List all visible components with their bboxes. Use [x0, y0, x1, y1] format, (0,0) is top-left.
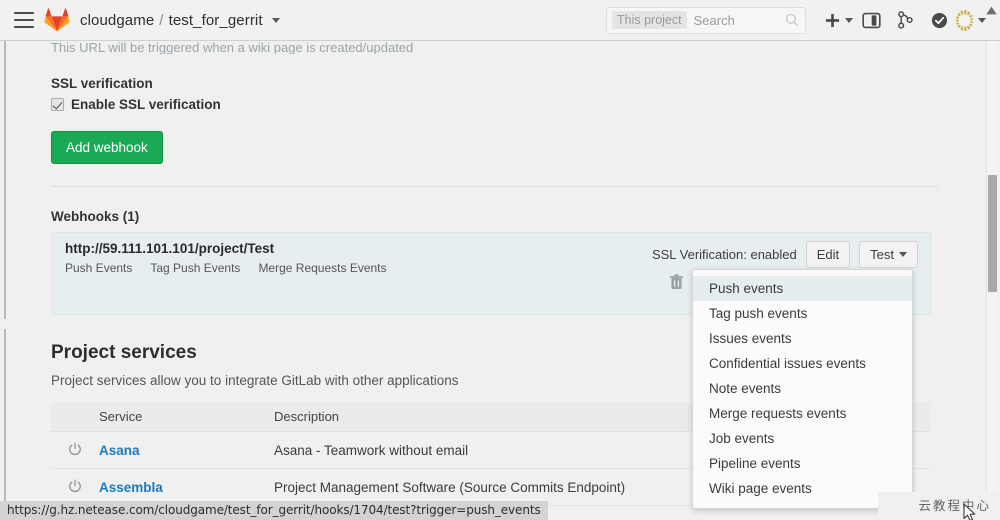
merge-request-icon — [897, 11, 914, 29]
status-bar-url: https://g.hz.netease.com/cloudgame/test_… — [0, 501, 548, 520]
service-name-cell[interactable]: Assembla — [99, 480, 274, 495]
enable-ssl-checkbox[interactable] — [51, 98, 64, 111]
search-placeholder: Search — [694, 13, 735, 28]
vertical-scrollbar[interactable] — [986, 41, 997, 520]
webhook-event-tag: Push Events — [65, 261, 132, 275]
search-scope-badge[interactable]: This project — [612, 11, 687, 29]
webhook-actions: SSL Verification: enabled Edit Test — [652, 241, 918, 268]
webhooks-heading: Webhooks (1) — [51, 209, 982, 224]
service-toggle-cell[interactable] — [51, 442, 99, 459]
power-icon[interactable] — [68, 479, 82, 493]
avatar — [956, 10, 973, 31]
chevron-down-icon[interactable] — [272, 18, 280, 23]
breadcrumb-group[interactable]: cloudgame — [80, 12, 154, 29]
hamburger-menu-icon[interactable] — [14, 12, 34, 28]
dropdown-item-issues-events[interactable]: Issues events — [693, 326, 912, 351]
search-icon — [785, 13, 799, 27]
chevron-down-icon — [978, 18, 986, 23]
browser-window: cloudgame / test_for_gerrit This project… — [0, 0, 1000, 520]
webhook-event-tags: Push Events Tag Push Events Merge Reques… — [65, 261, 387, 275]
enable-ssl-label: Enable SSL verification — [71, 97, 221, 112]
dropdown-item-note-events[interactable]: Note events — [693, 376, 912, 401]
left-edge-rail — [4, 41, 6, 319]
service-toggle-cell[interactable] — [51, 479, 99, 496]
column-header-service: Service — [99, 409, 274, 424]
dropdown-item-pipeline-events[interactable]: Pipeline events — [693, 451, 912, 476]
service-name-cell[interactable]: Asana — [99, 443, 274, 458]
user-menu-button[interactable] — [956, 3, 986, 37]
dropdown-item-job-events[interactable]: Job events — [693, 426, 912, 451]
webhook-edit-button[interactable]: Edit — [806, 241, 850, 268]
webhook-event-tag: Tag Push Events — [150, 261, 240, 275]
navbar-actions: This project Search — [606, 3, 1000, 37]
gitlab-logo-icon — [44, 7, 70, 33]
merge-requests-button[interactable] — [888, 3, 922, 37]
service-link[interactable]: Asana — [99, 443, 140, 458]
dropdown-item-push-events[interactable]: Push events — [693, 276, 912, 301]
check-circle-icon — [931, 12, 948, 29]
dropdown-item-merge-requests-events[interactable]: Merge requests events — [693, 401, 912, 426]
todos-button[interactable] — [922, 3, 956, 37]
plus-icon — [825, 13, 840, 28]
section-divider — [51, 186, 938, 187]
dropdown-item-confidential-issues-events[interactable]: Confidential issues events — [693, 351, 912, 376]
webhook-ssl-status: SSL Verification: enabled — [652, 247, 797, 262]
chevron-down-icon — [899, 252, 907, 257]
webhook-event-tag: Merge Requests Events — [258, 261, 386, 275]
add-webhook-button[interactable]: Add webhook — [51, 131, 163, 164]
breadcrumb-project[interactable]: test_for_gerrit — [169, 12, 263, 29]
left-edge-rail-lower — [4, 329, 6, 520]
webhook-test-label: Test — [870, 247, 894, 262]
board-icon — [862, 12, 881, 29]
dropdown-item-tag-push-events[interactable]: Tag push events — [693, 301, 912, 326]
search-input[interactable]: This project Search — [606, 7, 806, 34]
watermark: 云教程中心 — [918, 495, 991, 514]
top-navbar: cloudgame / test_for_gerrit This project… — [0, 0, 1000, 41]
ssl-verification-heading: SSL verification — [51, 76, 982, 91]
test-events-dropdown-menu[interactable]: Push events Tag push events Issues event… — [692, 269, 913, 509]
power-icon[interactable] — [68, 442, 82, 456]
service-link[interactable]: Assembla — [99, 480, 163, 495]
breadcrumb[interactable]: cloudgame / test_for_gerrit — [80, 12, 280, 29]
new-dropdown-button[interactable] — [824, 3, 854, 37]
chevron-down-icon — [845, 18, 853, 23]
webhook-test-dropdown-button[interactable]: Test — [859, 241, 918, 268]
webhook-hint-text: This URL will be triggered when a wiki p… — [51, 41, 982, 54]
delete-webhook-icon[interactable] — [669, 274, 684, 290]
webhook-url[interactable]: http://59.111.101.101/project/Test — [65, 241, 274, 256]
issue-boards-button[interactable] — [854, 3, 888, 37]
enable-ssl-verification-row[interactable]: Enable SSL verification — [51, 97, 982, 112]
mouse-cursor — [963, 503, 977, 520]
scrollbar-thumb[interactable] — [988, 175, 997, 292]
breadcrumb-separator: / — [159, 12, 163, 29]
scroll-up-arrow-icon[interactable] — [985, 4, 998, 17]
